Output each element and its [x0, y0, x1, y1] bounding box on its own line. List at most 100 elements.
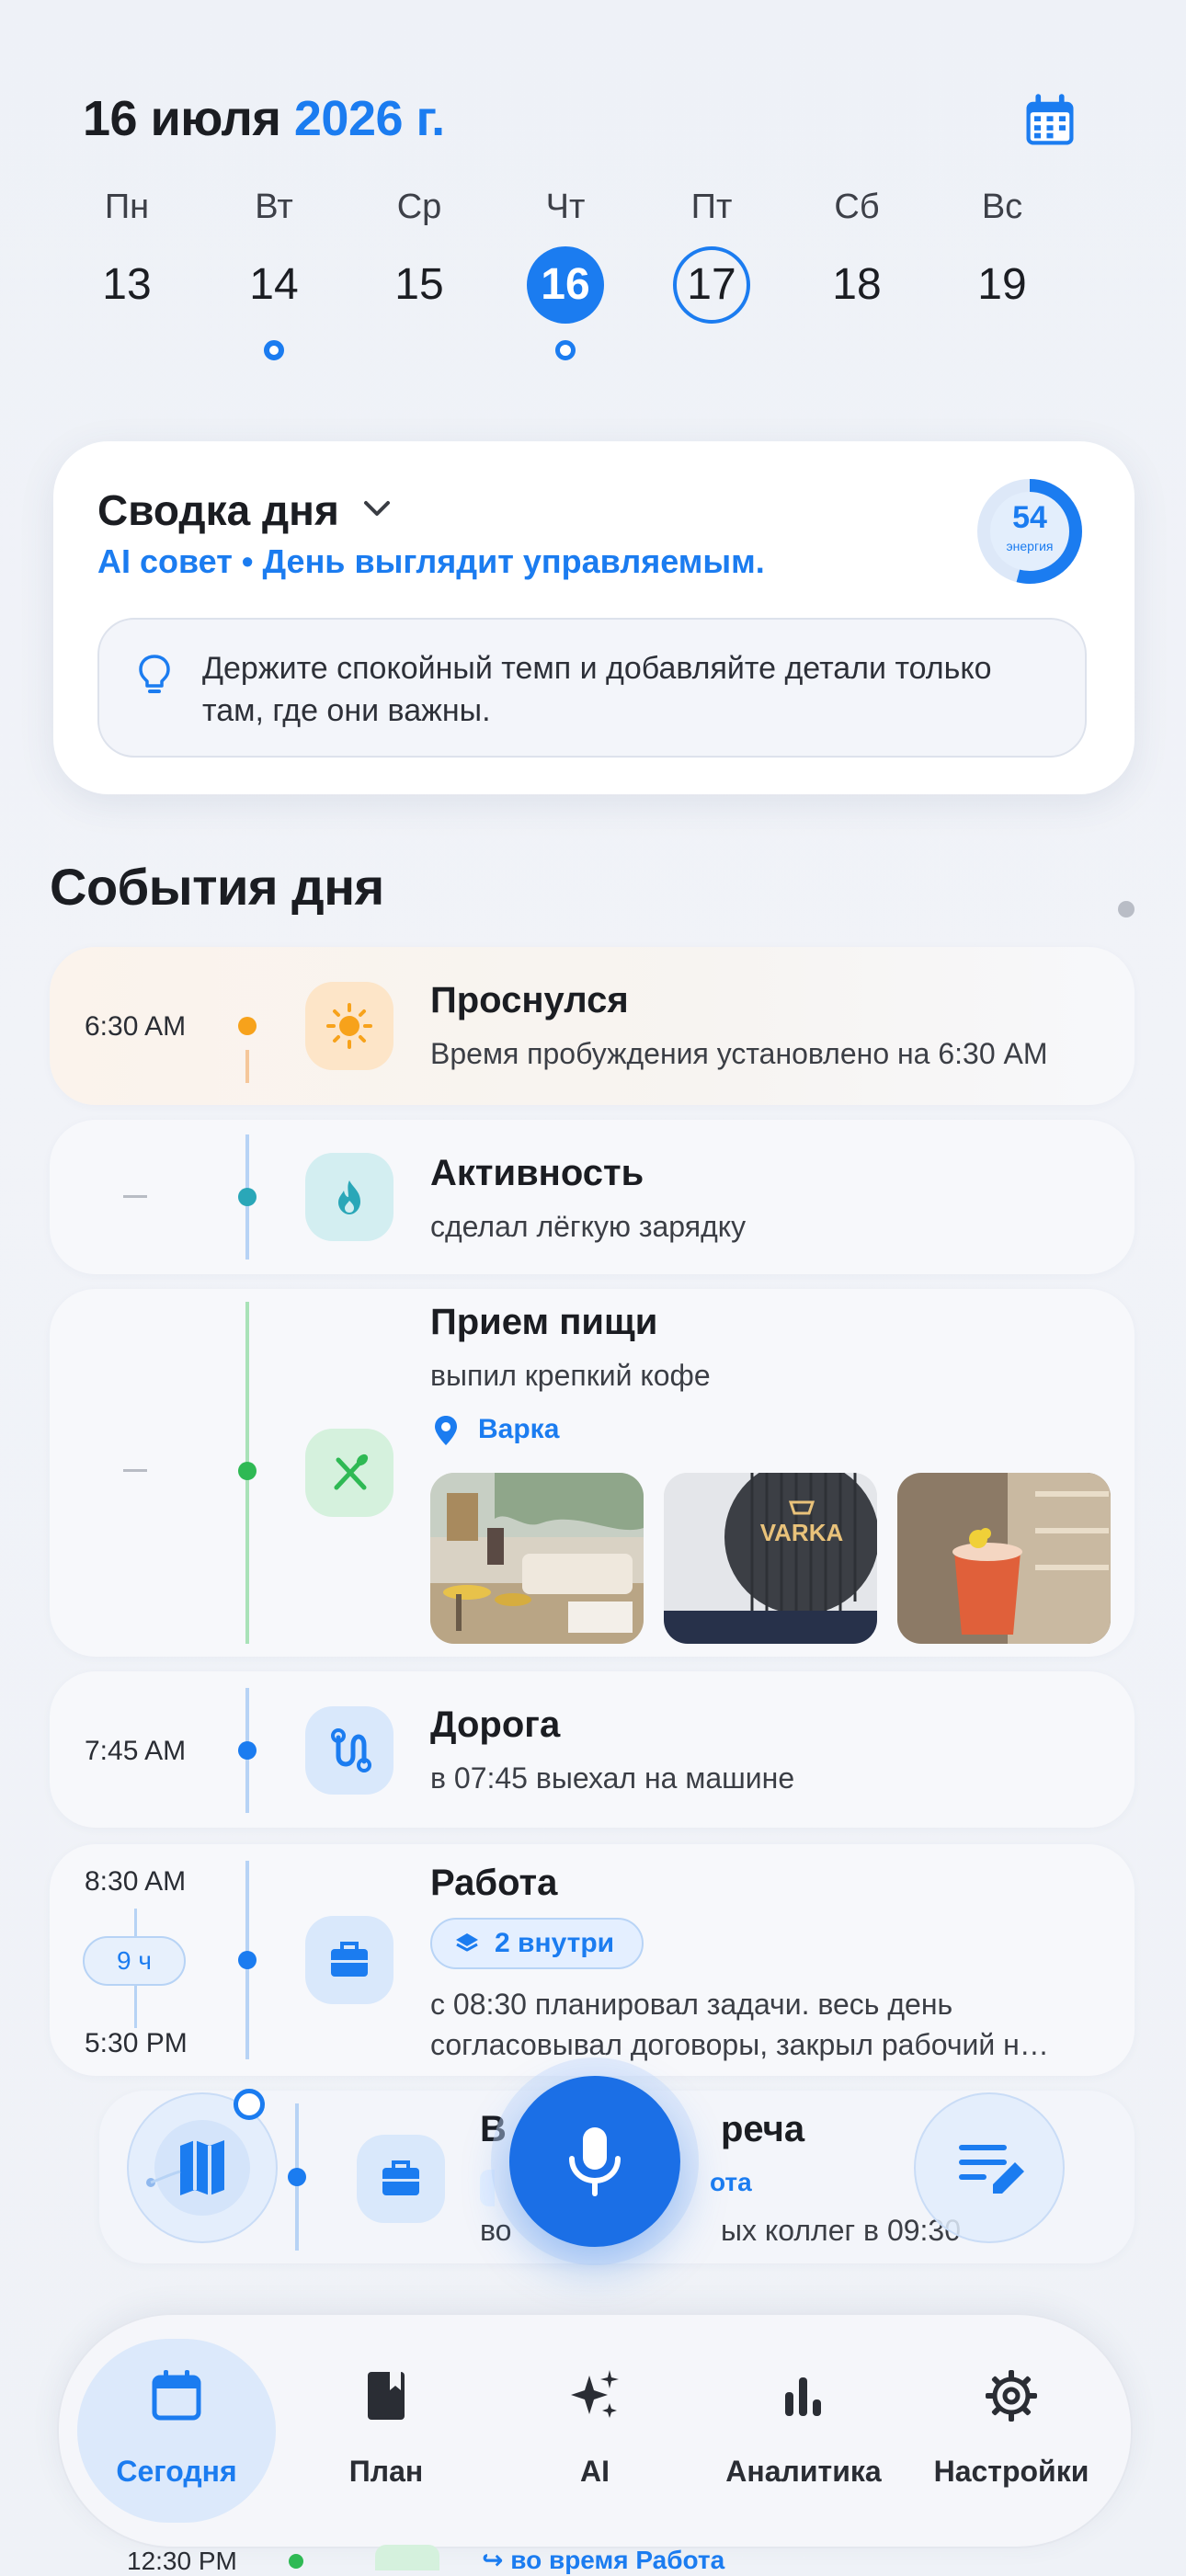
day-name: Вс: [981, 188, 1023, 226]
day-name: Ср: [396, 188, 442, 226]
voice-input-button[interactable]: [509, 2076, 680, 2247]
briefcase-icon: [331, 1942, 368, 1977]
chip-fragment: [480, 2170, 495, 2206]
page-title: 16 июля 2026 г.: [83, 90, 445, 147]
photo-thumbnail[interactable]: [897, 1473, 1111, 1644]
duration-pill: 9 ч: [83, 1936, 186, 1986]
event-title: Дорога: [430, 1704, 561, 1745]
day-summary-card: Сводка дня AI совет • День выглядит упра…: [53, 441, 1135, 794]
parent-event-link[interactable]: ↪ во время Работа: [482, 2545, 724, 2575]
event-description: Время пробуждения установлено на 6:30 AM: [430, 1037, 1048, 1070]
day-thu[interactable]: Чт 16: [515, 184, 616, 360]
route-icon: [331, 1728, 371, 1772]
day-sat[interactable]: Сб 18: [806, 184, 907, 324]
event-time: 12:30 PM: [127, 2547, 237, 2575]
nav-label: Аналитика: [725, 2455, 882, 2488]
cafe-sign-photo: VARKA: [664, 1473, 877, 1644]
briefcase-icon: [382, 2160, 419, 2195]
timeline-dot: [238, 1188, 257, 1206]
sparkles-icon: [571, 2370, 619, 2418]
event-title-fragment: В: [480, 2109, 507, 2149]
event-icon-badge-peek: [375, 2545, 439, 2570]
nav-plan[interactable]: План: [285, 2315, 487, 2547]
event-title-fragment: реча: [721, 2109, 805, 2149]
timeline-dot: [238, 1951, 257, 1969]
nav-label: AI: [580, 2455, 610, 2488]
tip-text: Держите спокойный темп и добавляйте дета…: [202, 651, 992, 728]
layers-icon: [456, 1933, 478, 1952]
chip-label: 2 внутри: [495, 1928, 615, 1958]
timeline-dot: [238, 1741, 257, 1760]
day-name: Пт: [690, 188, 733, 226]
map-button[interactable]: [127, 2089, 278, 2243]
day-mon[interactable]: Пн 13: [76, 184, 177, 324]
event-wake[interactable]: 6:30 AM Проснулся Время пробуждения уста…: [50, 947, 1135, 1105]
event-description: сделал лёгкую зарядку: [430, 1210, 747, 1243]
quick-note-button[interactable]: [914, 2092, 1065, 2243]
photo-thumbnail[interactable]: VARKA: [664, 1473, 877, 1644]
flame-icon-badge: [305, 1153, 393, 1241]
place-link[interactable]: Варка: [478, 1414, 559, 1445]
day-name: Пн: [104, 188, 150, 226]
event-title: Проснулся: [430, 980, 629, 1020]
day-name: Вт: [255, 188, 293, 226]
photo-strip: VARKA: [430, 1473, 1111, 1644]
svg-text:VARKA: VARKA: [760, 1519, 844, 1546]
event-meal[interactable]: Прием пищи выпил крепкий кофе Варка VARK…: [50, 1289, 1135, 1657]
timeline-dot: [289, 2554, 303, 2569]
nav-analytics[interactable]: Аналитика: [702, 2315, 905, 2547]
event-title: Прием пищи: [430, 1302, 658, 1342]
event-work[interactable]: 8:30 AM 9 ч 5:30 PM Работа 2 внутри с 08…: [50, 1844, 1135, 2076]
event-title: Работа: [430, 1863, 558, 1903]
sun-icon-badge: [305, 982, 393, 1070]
nav-ai[interactable]: AI: [494, 2315, 696, 2547]
day-fri[interactable]: Пт 17: [661, 184, 762, 324]
event-activity[interactable]: Активность сделал лёгкую зарядку: [50, 1120, 1135, 1274]
gear-icon: [986, 2370, 1037, 2422]
utensils-icon: [334, 1453, 369, 1490]
day-wed[interactable]: Ср 15: [369, 184, 470, 324]
timeline-dot: [288, 2168, 306, 2186]
chip-label-fragment: ота: [710, 2168, 752, 2196]
briefcase-icon-badge: [357, 2135, 445, 2223]
day-number-selected: 16: [527, 246, 604, 324]
edit-notes-icon: [959, 2145, 1024, 2194]
nested-events-chip[interactable]: 2 внутри: [430, 1918, 644, 1969]
day-number: 18: [832, 260, 882, 309]
event-time: 6:30 AM: [85, 1011, 187, 1042]
event-description-line2: согласовывал договоры, закрыл рабочий н…: [430, 2028, 1049, 2061]
event-time-start: 8:30 AM: [85, 1866, 187, 1897]
parent-event-label: во время Работа: [510, 2546, 725, 2574]
day-name: Сб: [834, 188, 880, 226]
nav-label: Настройки: [933, 2455, 1089, 2488]
photo-thumbnail[interactable]: [430, 1473, 644, 1644]
cafe-interior-photo: [430, 1473, 644, 1644]
energy-gauge[interactable]: 54 энергия: [973, 474, 1087, 588]
timeline-line: [245, 1050, 249, 1083]
nav-label: Сегодня: [116, 2455, 237, 2488]
event-time: 7:45 AM: [85, 1736, 187, 1766]
utensils-icon-badge: [305, 1429, 393, 1517]
calendar-icon[interactable]: [1019, 90, 1081, 153]
scroll-indicator[interactable]: [1118, 901, 1135, 918]
event-dot: [264, 340, 284, 360]
chevron-down-icon[interactable]: [359, 495, 395, 522]
summary-title[interactable]: Сводка дня: [97, 485, 339, 535]
day-number: 14: [249, 260, 299, 309]
bar-chart-icon: [785, 2377, 821, 2416]
day-number: 13: [102, 260, 152, 309]
next-event-peek: 12:30 PM ↪ во время Работа: [99, 2521, 1120, 2575]
book-icon: [368, 2372, 405, 2420]
date-year[interactable]: 2026 г.: [294, 91, 445, 146]
nav-today[interactable]: Сегодня: [75, 2315, 278, 2547]
flame-icon: [338, 1180, 360, 1214]
week-strip: Пн 13 Вт 14 Ср 15 Чт 16 Пт 17 Сб 18 Вс 1…: [74, 184, 1112, 368]
return-arrow-icon: ↪: [482, 2546, 511, 2574]
calendar-icon: [152, 2370, 201, 2421]
day-tue[interactable]: Вт 14: [223, 184, 325, 360]
sun-icon: [326, 1003, 372, 1049]
energy-value: 54: [1012, 500, 1047, 535]
day-sun[interactable]: Вс 19: [952, 184, 1053, 324]
nav-settings[interactable]: Настройки: [910, 2315, 1112, 2547]
event-road[interactable]: 7:45 AM Дорога в 07:45 выехал на машине: [50, 1671, 1135, 1828]
